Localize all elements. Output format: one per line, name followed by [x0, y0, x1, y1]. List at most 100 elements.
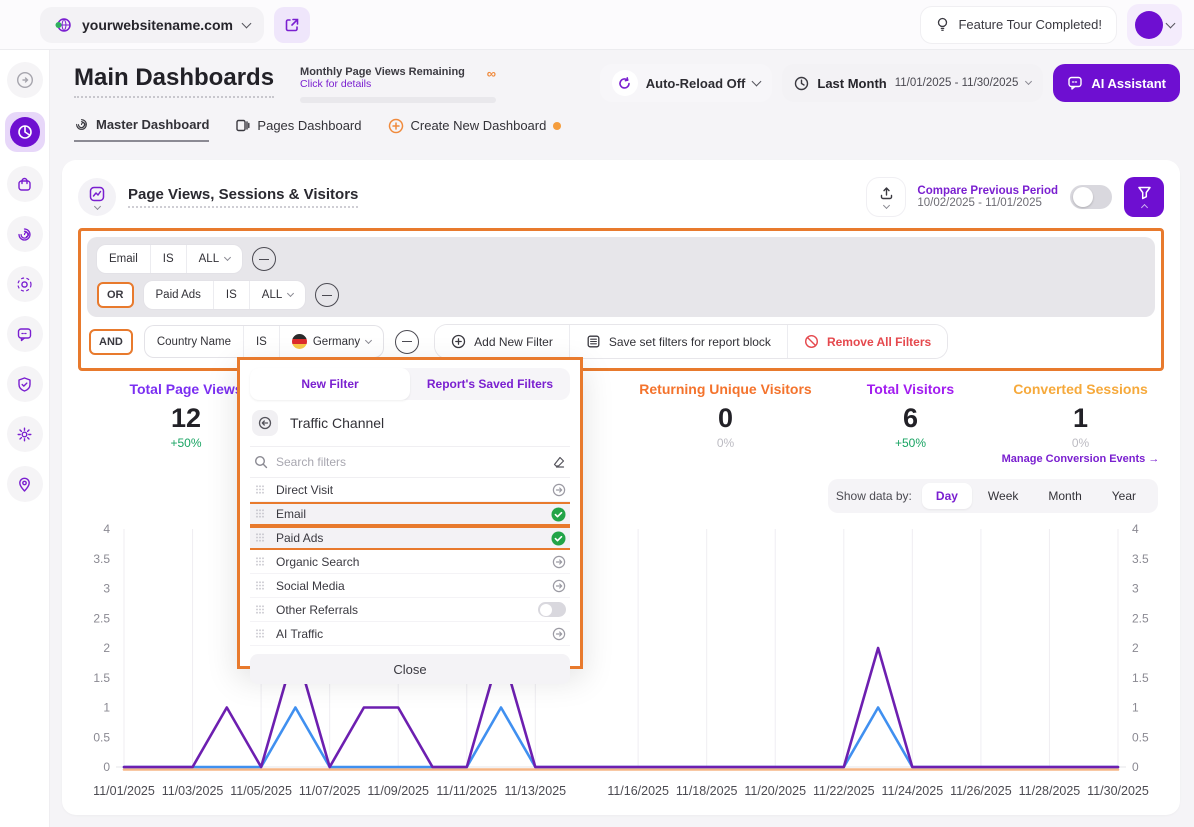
save-icon — [586, 334, 601, 349]
arrow-circle-right-icon[interactable] — [552, 627, 566, 641]
filter-operator[interactable]: IS — [244, 326, 280, 357]
filter-operator[interactable]: IS — [214, 281, 250, 309]
add-new-filter-button[interactable]: Add New Filter — [435, 325, 570, 358]
granularity-day[interactable]: Day — [922, 483, 972, 509]
arrow-circle-right-icon[interactable] — [552, 555, 566, 569]
export-button[interactable] — [867, 178, 905, 216]
svg-text:11/09/2025: 11/09/2025 — [367, 784, 429, 798]
chevron-down-icon — [287, 290, 294, 297]
svg-text:0.5: 0.5 — [93, 730, 110, 744]
granularity-year[interactable]: Year — [1098, 483, 1150, 509]
channel-row[interactable]: Other Referrals — [250, 598, 570, 622]
check-circle-icon[interactable] — [551, 531, 566, 546]
remove-filter-button[interactable] — [315, 283, 339, 307]
drag-handle-icon[interactable] — [254, 484, 266, 496]
chevron-down-icon — [1166, 18, 1176, 28]
close-popup-button[interactable]: Close — [250, 654, 570, 684]
channel-row[interactable]: Organic Search — [250, 550, 570, 574]
compare-toggle[interactable] — [1070, 185, 1112, 209]
filter-value-dropdown[interactable]: Germany — [280, 326, 383, 357]
drag-handle-icon[interactable] — [254, 508, 266, 520]
metric-total-visitors[interactable]: Total Visitors 6 +50% — [828, 381, 993, 450]
metric-returning-unique-visitors[interactable]: Returning Unique Visitors 0 0% — [613, 381, 838, 450]
filter-condition: Email IS ALL — [97, 245, 242, 273]
drag-handle-icon[interactable] — [254, 628, 266, 640]
filter-field[interactable]: Country Name — [145, 326, 244, 357]
tab-create-dashboard[interactable]: Create New Dashboard — [388, 118, 562, 142]
clock-icon — [794, 76, 809, 91]
drag-handle-icon[interactable] — [254, 532, 266, 544]
chevron-down-icon — [1025, 78, 1032, 85]
remove-filter-button[interactable] — [395, 330, 419, 354]
arrow-circle-right-icon[interactable] — [552, 579, 566, 593]
show-data-by-label: Show data by: — [836, 489, 912, 503]
svg-text:1.5: 1.5 — [1132, 671, 1149, 685]
search-filters-input[interactable] — [276, 455, 544, 469]
channel-row[interactable]: Paid Ads — [250, 526, 570, 550]
svg-text:0.5: 0.5 — [1132, 730, 1149, 744]
channel-row[interactable]: AI Traffic — [250, 622, 570, 646]
filter-operator[interactable]: IS — [151, 245, 187, 273]
svg-text:11/18/2025: 11/18/2025 — [676, 784, 738, 798]
conjunction-chip[interactable]: OR — [97, 282, 134, 308]
sidebar-item-feedback[interactable] — [7, 316, 43, 352]
avatar — [1135, 11, 1163, 39]
channel-row[interactable]: Social Media — [250, 574, 570, 598]
conjunction-chip[interactable]: AND — [89, 329, 133, 355]
channel-label: Direct Visit — [276, 483, 542, 497]
sidebar-item-sessions[interactable] — [7, 216, 43, 252]
check-circle-icon[interactable] — [551, 507, 566, 522]
arrow-circle-icon — [15, 70, 35, 90]
infinity-icon: ∞ — [487, 66, 496, 81]
auto-reload-dropdown[interactable]: Auto-Reload Off — [600, 64, 773, 102]
remove-all-filters-button[interactable]: Remove All Filters — [788, 325, 947, 358]
tab-pages-dashboard[interactable]: Pages Dashboard — [235, 118, 361, 141]
channel-row[interactable]: Direct Visit — [250, 478, 570, 502]
drag-handle-icon[interactable] — [254, 604, 266, 616]
date-range-dropdown[interactable]: Last Month 11/01/2025 - 11/30/2025 — [782, 64, 1043, 102]
tab-new-filter[interactable]: New Filter — [250, 368, 410, 400]
sidebar-item-ecommerce[interactable] — [7, 166, 43, 202]
sidebar-item-settings[interactable] — [7, 416, 43, 452]
granularity-month[interactable]: Month — [1034, 483, 1095, 509]
collapse-sidebar-button[interactable] — [7, 62, 43, 98]
metric-value: 1 — [978, 403, 1183, 434]
sidebar-item-dashboards[interactable] — [5, 112, 45, 152]
tab-saved-filters[interactable]: Report's Saved Filters — [410, 368, 570, 400]
drag-handle-icon[interactable] — [254, 580, 266, 592]
filter-field[interactable]: Email — [97, 245, 151, 273]
granularity-week[interactable]: Week — [974, 483, 1032, 509]
filter-field[interactable]: Paid Ads — [144, 281, 214, 309]
svg-text:2.5: 2.5 — [1132, 611, 1149, 625]
account-menu[interactable] — [1127, 4, 1182, 46]
sidebar-item-recordings[interactable] — [7, 266, 43, 302]
metric-converted-sessions[interactable]: Converted Sessions 1 0% Manage Conversio… — [978, 381, 1183, 465]
channel-row[interactable]: Email — [250, 502, 570, 526]
open-website-button[interactable] — [274, 7, 310, 43]
remove-filter-button[interactable] — [252, 247, 276, 271]
arrow-circle-right-icon[interactable] — [552, 483, 566, 497]
tab-master-dashboard[interactable]: Master Dashboard — [74, 117, 209, 142]
filter-value-dropdown[interactable]: ALL — [250, 281, 305, 309]
report-type-selector[interactable] — [78, 178, 116, 216]
chevron-down-icon — [224, 254, 231, 261]
svg-text:3: 3 — [1132, 582, 1139, 596]
filter-condition: Paid Ads IS ALL — [144, 281, 306, 309]
sidebar-item-location[interactable] — [7, 466, 43, 502]
sidebar-item-privacy[interactable] — [7, 366, 43, 402]
back-icon[interactable] — [252, 410, 278, 436]
channel-label: Paid Ads — [276, 531, 541, 545]
save-filters-button[interactable]: Save set filters for report block — [570, 325, 788, 358]
website-selector[interactable]: yourwebsitename.com — [40, 7, 264, 43]
filter-panel-button[interactable] — [1124, 177, 1164, 217]
lightbulb-icon — [935, 17, 950, 32]
filter-value-dropdown[interactable]: ALL — [187, 245, 242, 273]
drag-handle-icon[interactable] — [254, 556, 266, 568]
feature-tour-badge[interactable]: Feature Tour Completed! — [920, 6, 1117, 44]
manage-conversion-events-link[interactable]: Manage Conversion Events → — [978, 453, 1183, 465]
quota-details-link[interactable]: Click for details — [300, 78, 465, 90]
eraser-icon[interactable] — [552, 455, 566, 469]
svg-text:2.5: 2.5 — [93, 611, 110, 625]
channel-toggle[interactable] — [538, 602, 566, 617]
ai-assistant-button[interactable]: AI Assistant — [1053, 64, 1180, 102]
